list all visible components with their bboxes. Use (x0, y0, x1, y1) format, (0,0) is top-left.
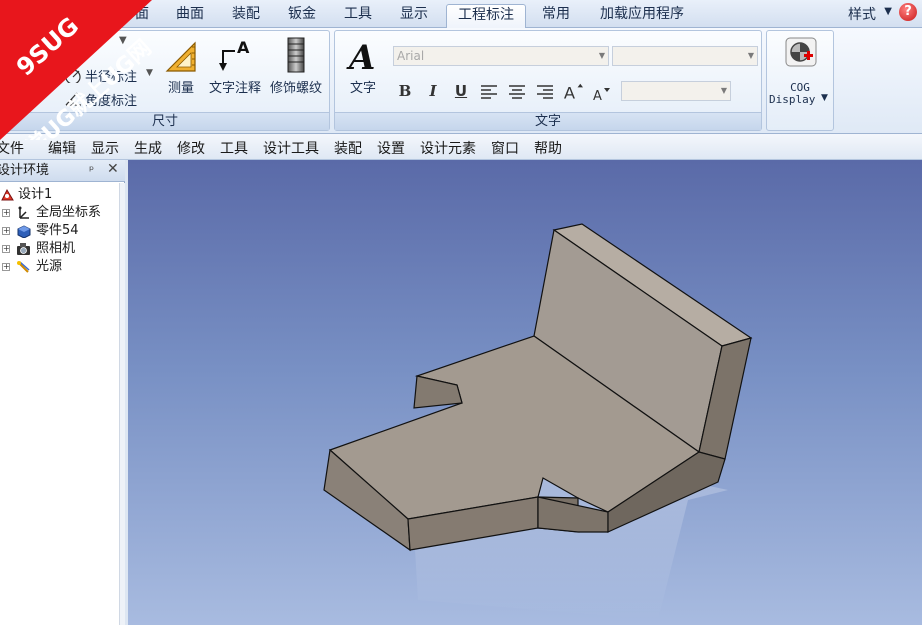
menu-help[interactable]: 帮助 (534, 138, 562, 158)
font-name-value: Arial (397, 49, 425, 63)
menu-design-elements[interactable]: 设计元素 (420, 138, 476, 158)
3d-viewport[interactable] (128, 160, 922, 625)
ruler-triangle-icon (165, 41, 196, 72)
menu-file[interactable]: 文件 (0, 138, 24, 158)
measure-button[interactable]: 测量 (161, 35, 201, 96)
svg-text:A: A (593, 89, 602, 104)
tab-addins[interactable]: 加载应用程序 (594, 4, 690, 28)
design-environment-panel: 设计环境 ᵖ ✕ 设计1 + 全局坐标系 + 零件54 + 照相机 + 光源 (0, 160, 125, 625)
menu-tools[interactable]: 工具 (220, 138, 248, 158)
close-icon[interactable]: ✕ (107, 159, 119, 180)
menu-window[interactable]: 窗口 (491, 138, 519, 158)
text-color-select[interactable]: ▼ (621, 81, 731, 101)
light-source-icon (17, 261, 30, 273)
svg-text:A: A (237, 38, 250, 57)
panel-title: 设计环境 (0, 163, 50, 178)
tree-label: 零件54 (36, 223, 79, 238)
tree-label: 照相机 (36, 241, 76, 256)
panel-header: 设计环境 ᵖ ✕ (0, 160, 125, 182)
expand-icon[interactable]: + (2, 245, 10, 253)
font-size-select[interactable]: ▼ (612, 46, 758, 66)
tree-item-part[interactable]: + 零件54 (0, 222, 118, 240)
ribbon-group-cog: COG Display ▼ (766, 30, 834, 131)
svg-text:A: A (564, 83, 576, 101)
watermark-logo: 9SUG 学UG就上UG网 (0, 0, 157, 161)
underline-button[interactable]: U (451, 81, 471, 101)
tree-label: 设计1 (18, 187, 53, 202)
cosmetic-thread-button[interactable]: 修饰螺纹 (267, 35, 325, 96)
tab-display[interactable]: 显示 (394, 4, 434, 28)
tab-sheet-metal[interactable]: 钣金 (282, 4, 322, 28)
tab-drawing-annotation[interactable]: 工程标注 (446, 4, 526, 29)
tree-item-camera[interactable]: + 照相机 (0, 240, 118, 258)
text-button[interactable]: A 文字 (341, 35, 385, 96)
measure-label: 测量 (167, 81, 194, 96)
tab-surface[interactable]: 曲面 (170, 4, 210, 28)
menu-settings[interactable]: 设置 (377, 138, 405, 158)
text-note-label: 文字注释 (208, 81, 261, 96)
text-a-icon: A (346, 38, 375, 75)
site-watermark: 9SUG 学UG就上UG网 (0, 0, 160, 161)
help-icon[interactable]: ? (899, 3, 917, 21)
cog-display-icon (785, 37, 817, 67)
cog-display-button[interactable]: Display (769, 93, 815, 106)
style-menu[interactable]: 样式 (848, 4, 876, 24)
tree-item-light[interactable]: + 光源 (0, 258, 118, 276)
expand-icon[interactable]: + (2, 227, 10, 235)
camera-icon (17, 243, 30, 255)
tree-label: 光源 (36, 259, 63, 274)
panel-scrollbar[interactable] (119, 183, 125, 625)
italic-button[interactable]: I (423, 81, 443, 101)
menu-display[interactable]: 显示 (91, 138, 119, 158)
thread-icon (287, 37, 305, 73)
text-note-button[interactable]: A 文字注释 (206, 35, 264, 96)
font-shrink-icon[interactable]: A (591, 84, 611, 104)
tree-label: 全局坐标系 (36, 205, 102, 220)
align-right-icon[interactable] (535, 82, 555, 102)
design-icon (1, 188, 14, 201)
cog-dropdown-icon[interactable]: ▼ (821, 93, 828, 103)
cosmetic-thread-label: 修饰螺纹 (269, 81, 322, 96)
part-model (323, 223, 753, 620)
align-center-icon[interactable] (507, 82, 527, 102)
expand-icon[interactable]: + (2, 209, 10, 217)
pin-icon[interactable]: ᵖ (89, 160, 94, 181)
coordinate-system-icon (18, 206, 29, 219)
bold-button[interactable]: B (395, 81, 415, 101)
tree-item-design[interactable]: 设计1 (0, 186, 118, 204)
tree-item-global-coords[interactable]: + 全局坐标系 (0, 204, 118, 222)
style-dropdown-icon[interactable]: ▼ (884, 6, 892, 17)
font-dropdown-icon[interactable]: ▼ (599, 47, 605, 65)
menu-design-tools[interactable]: 设计工具 (263, 138, 319, 158)
menu-modify[interactable]: 修改 (177, 138, 205, 158)
tab-assembly[interactable]: 装配 (226, 4, 266, 28)
part-icon (17, 225, 31, 238)
menu-edit[interactable]: 编辑 (48, 138, 76, 158)
tab-common[interactable]: 常用 (536, 4, 576, 28)
text-color-dropdown-icon[interactable]: ▼ (721, 82, 727, 100)
font-name-select[interactable]: Arial ▼ (393, 46, 609, 66)
expand-icon[interactable]: + (2, 263, 10, 271)
svg-text:A: A (346, 38, 375, 75)
ribbon-group-text: A 文字 Arial ▼ ▼ B I U A A ▼ 文字 (334, 30, 762, 131)
text-button-label: 文字 (349, 81, 376, 96)
menu-assembly[interactable]: 装配 (334, 138, 362, 158)
text-note-icon: A (219, 38, 250, 71)
tab-tools[interactable]: 工具 (338, 4, 378, 28)
font-size-dropdown-icon[interactable]: ▼ (748, 47, 754, 65)
menu-generate[interactable]: 生成 (134, 138, 162, 158)
font-grow-icon[interactable]: A (563, 81, 583, 101)
text-group-label: 文字 (335, 112, 761, 130)
align-left-icon[interactable] (479, 82, 499, 102)
